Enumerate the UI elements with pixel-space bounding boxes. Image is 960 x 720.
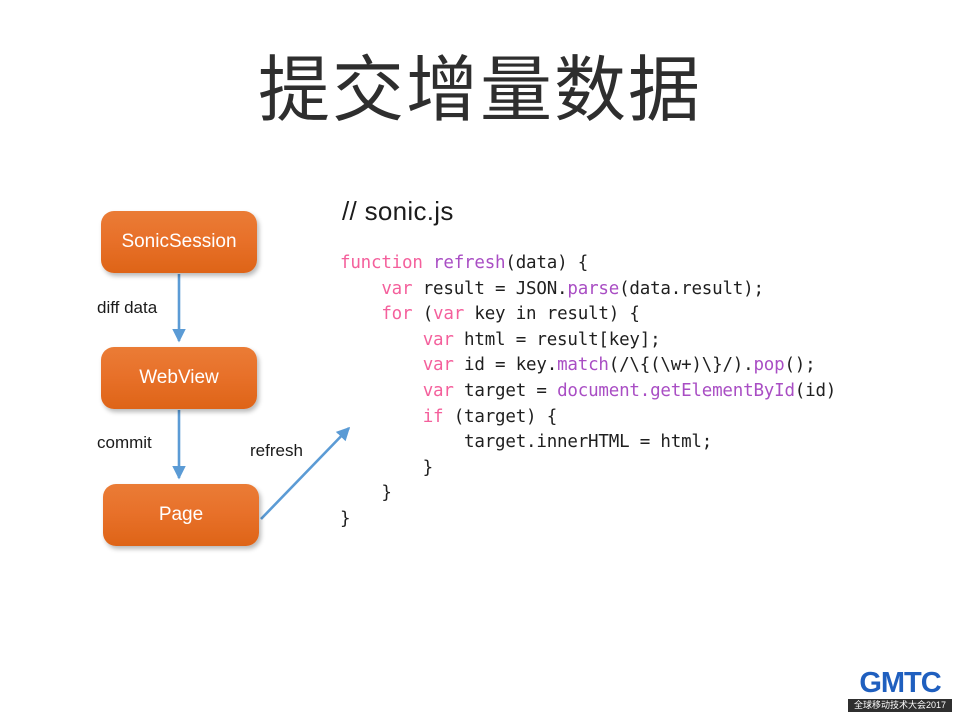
arrow-label-refresh: refresh — [250, 441, 303, 460]
code-token: html = result[key]; — [453, 329, 661, 350]
code-token: target = — [453, 380, 558, 401]
code-token: var — [422, 380, 454, 401]
code-token: var — [422, 355, 454, 376]
code-token: (data) { — [505, 253, 589, 273]
code-token: var — [381, 278, 413, 299]
gmtc-wordmark: GMTC — [859, 667, 941, 699]
code-token: refresh — [433, 253, 506, 273]
code-token: } — [340, 508, 351, 529]
code-token: } — [340, 483, 392, 504]
code-token: key in result) { — [464, 304, 640, 325]
code-token: (target) { — [443, 406, 558, 427]
code-token: } — [340, 457, 434, 478]
arrow-label-commit: commit — [97, 433, 152, 452]
code-panel: // sonic.js function refresh(data) { var… — [340, 196, 940, 533]
code-token: for — [381, 304, 413, 325]
code-token: var — [433, 304, 465, 325]
flow-box-label: WebView — [139, 367, 219, 388]
code-snippet: function refresh(data) { var result = JS… — [340, 251, 940, 533]
gmtc-tagline: 全球移动技术大会2017 — [848, 699, 952, 712]
flow-box-page: Page — [103, 484, 259, 546]
code-token: parse — [567, 278, 620, 299]
flow-box-label: SonicSession — [121, 231, 237, 252]
code-token: target.innerHTML = html; — [340, 432, 713, 453]
code-token: if — [422, 406, 444, 427]
code-token: (data.result); — [619, 278, 764, 299]
code-token: (); — [784, 355, 816, 376]
code-token: id = key. — [453, 355, 558, 376]
code-token: result = JSON. — [412, 278, 568, 299]
code-token: pop — [753, 355, 785, 376]
code-token: document.getElementById — [557, 380, 795, 401]
flow-box-webview: WebView — [101, 347, 257, 409]
code-token: ( — [412, 304, 434, 325]
code-token: match — [557, 355, 609, 376]
flow-box-sonicsession: SonicSession — [101, 211, 257, 273]
code-token: var — [422, 329, 454, 350]
flow-box-label: Page — [158, 504, 204, 525]
arrow-label-diff-data: diff data — [97, 298, 158, 317]
code-token: function — [340, 253, 423, 273]
code-token: (id) — [794, 380, 837, 401]
code-token: (/\{(\w+)\}/). — [608, 355, 754, 376]
code-filename-comment: // sonic.js — [342, 196, 454, 226]
gmtc-logo: GMTC 全球移动技术大会2017 — [848, 668, 952, 712]
